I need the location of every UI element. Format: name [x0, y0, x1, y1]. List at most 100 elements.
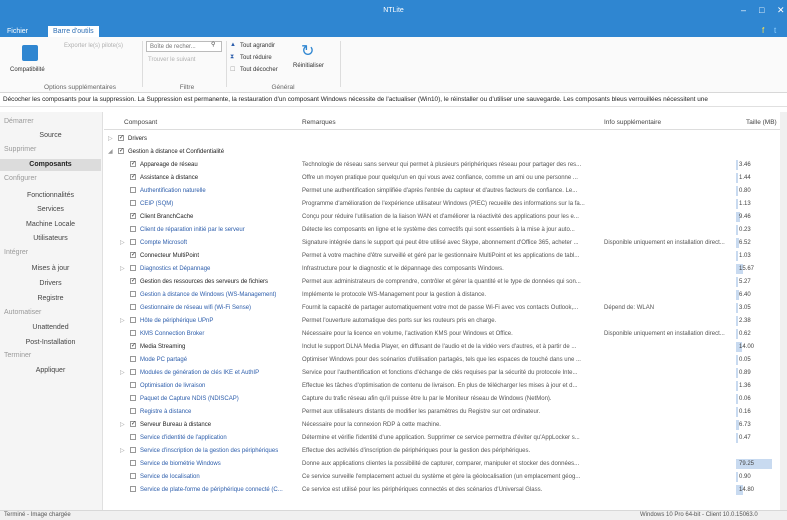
table-row[interactable]: ▷ Hôte de périphérique UPnP Permet l'ouver… [104, 315, 787, 327]
sidebar-item-unattended[interactable]: Unattended [0, 322, 101, 334]
component-checkbox[interactable] [130, 369, 136, 375]
close-button[interactable]: ✕ [777, 5, 785, 16]
facebook-icon[interactable]: f [762, 26, 764, 35]
sidebar-item-utilisateurs[interactable]: Utilisateurs [0, 233, 101, 245]
sidebar-item-source[interactable]: Source [0, 130, 101, 142]
component-checkbox[interactable]: ✓ [130, 421, 136, 427]
expand-arrow-icon[interactable]: ◢ [108, 146, 113, 158]
collapse-all-icon: ⧗ [230, 54, 235, 60]
column-header-remarks[interactable]: Remarques [302, 119, 336, 126]
table-row[interactable]: ▷ ✓ Serveur Bureau à distance Nécessaire po… [104, 419, 787, 431]
component-checkbox[interactable] [130, 317, 136, 323]
component-checkbox[interactable] [130, 473, 136, 479]
table-row[interactable]: ◢ ✓ Gestion à distance et Confidentialité [104, 146, 787, 158]
component-checkbox[interactable] [130, 330, 136, 336]
sidebar-item-machine-locale[interactable]: Machine Locale [0, 219, 101, 231]
compat-button[interactable]: Compatibilité [10, 67, 45, 73]
expand-arrow-icon[interactable]: ▷ [120, 263, 125, 275]
table-row[interactable]: Client de réparation initié par le serve… [104, 224, 787, 236]
expand-all-button[interactable]: Tout agrandir [240, 43, 275, 49]
export-drivers-button[interactable]: Exporter le(s) pilote(s) [64, 43, 123, 49]
table-row[interactable]: Gestion à distance de Windows (WS-Manage… [104, 289, 787, 301]
component-checkbox[interactable]: ✓ [130, 343, 136, 349]
table-row[interactable]: ✓ Gestion des ressources des serveurs de … [104, 276, 787, 288]
sidebar-item-registre[interactable]: Registre [0, 293, 101, 305]
expand-arrow-icon[interactable]: ▷ [120, 367, 125, 379]
expand-arrow-icon[interactable]: ▷ [108, 133, 113, 145]
find-next-button[interactable]: Trouver le suivant [148, 57, 195, 63]
component-checkbox[interactable]: ✓ [118, 148, 124, 154]
component-checkbox[interactable] [130, 226, 136, 232]
sidebar-item-appliquer[interactable]: Appliquer [0, 365, 101, 377]
component-checkbox[interactable] [130, 395, 136, 401]
column-header-size[interactable]: Taille (MB) [746, 119, 777, 126]
table-row[interactable]: Authentification naturelle Permet une aut… [104, 185, 787, 197]
component-checkbox[interactable]: ✓ [130, 278, 136, 284]
tab-fichier[interactable]: Fichier [2, 26, 33, 37]
component-checkbox[interactable] [130, 239, 136, 245]
sidebar-item-services[interactable]: Services [0, 204, 101, 216]
search-icon[interactable]: ⚲ [211, 41, 215, 48]
tab-barre-outils[interactable]: Barre d'outils [48, 26, 99, 37]
component-checkbox[interactable] [130, 460, 136, 466]
table-row[interactable]: ▷ Diagnostics et Dépannage Infrastructure … [104, 263, 787, 275]
sidebar-item-mises-a-jour[interactable]: Mises à jour [0, 263, 101, 275]
maximize-button[interactable]: □ [759, 5, 764, 15]
table-row[interactable]: Service de plate-forme de périphérique c… [104, 484, 787, 496]
component-checkbox[interactable]: ✓ [130, 252, 136, 258]
table-row[interactable]: ✓ Connecteur MultiPoint Permet à votre mac… [104, 250, 787, 262]
component-checkbox[interactable] [130, 356, 136, 362]
minimize-button[interactable]: ‒ [741, 5, 746, 15]
sidebar-item-drivers[interactable]: Drivers [0, 278, 101, 290]
column-header-extra[interactable]: Info supplémentaire [604, 119, 661, 126]
component-checkbox[interactable]: ✓ [118, 135, 124, 141]
component-checkbox[interactable] [130, 382, 136, 388]
component-checkbox[interactable] [130, 434, 136, 440]
component-checkbox[interactable] [130, 200, 136, 206]
component-checkbox[interactable] [130, 291, 136, 297]
vertical-scrollbar[interactable] [780, 112, 787, 510]
uncheck-all-button[interactable]: Tout décocher [240, 67, 278, 73]
table-row[interactable]: Paquet de Capture NDIS (NDISCAP) Capture … [104, 393, 787, 405]
component-checkbox[interactable] [130, 447, 136, 453]
table-row[interactable]: ✓ Appareage de réseau Technologie de résea… [104, 159, 787, 171]
component-checkbox[interactable] [130, 187, 136, 193]
sidebar-item-fonctionnalites[interactable]: Fonctionnalités [0, 190, 101, 202]
table-row[interactable]: ▷ ✓ Drivers [104, 133, 787, 145]
expand-arrow-icon[interactable]: ▷ [120, 419, 125, 431]
component-checkbox[interactable] [130, 486, 136, 492]
table-row[interactable]: Registre à distance Permet aux utilisateu… [104, 406, 787, 418]
table-row[interactable]: Service d'identité de l'application Déter… [104, 432, 787, 444]
compat-icon[interactable] [22, 45, 38, 61]
reset-button[interactable]: Réinitialiser [293, 63, 324, 69]
table-row[interactable]: Service de biométrie Windows Donne aux ap… [104, 458, 787, 470]
component-checkbox[interactable] [130, 304, 136, 310]
component-checkbox[interactable] [130, 408, 136, 414]
table-row[interactable]: Gestionnaire de réseau wifi (Wi-Fi Sense… [104, 302, 787, 314]
table-row[interactable]: ▷ Compte Microsoft Signature intégrée dans… [104, 237, 787, 249]
table-row[interactable]: ✓ Client BranchCache Conçu pour réduire l'… [104, 211, 787, 223]
sidebar-item-composants[interactable]: Composants [0, 159, 101, 171]
table-row[interactable]: CEIP (SQM) Programme d'amélioration de l'… [104, 198, 787, 210]
component-checkbox[interactable]: ✓ [130, 174, 136, 180]
table-row[interactable]: ✓ Assistance à distance Offre un moyen pra… [104, 172, 787, 184]
component-checkbox[interactable]: ✓ [130, 161, 136, 167]
table-row[interactable]: ▷ Modules de génération de clés IKE et Au… [104, 367, 787, 379]
component-name: Media Streaming [140, 344, 186, 350]
collapse-all-button[interactable]: Tout réduire [240, 55, 272, 61]
table-row[interactable]: Mode PC partagé Optimiser Windows pour de… [104, 354, 787, 366]
table-row[interactable]: ▷ Service d'inscription de la gestion des… [104, 445, 787, 457]
table-row[interactable]: Optimisation de livraison Effectue les tâ… [104, 380, 787, 392]
expand-arrow-icon[interactable]: ▷ [120, 445, 125, 457]
reset-icon[interactable]: ↻ [301, 41, 314, 61]
expand-arrow-icon[interactable]: ▷ [120, 315, 125, 327]
table-row[interactable]: Service de localisation Ce service survei… [104, 471, 787, 483]
table-row[interactable]: KMS Connection Broker Nécessaire pour la … [104, 328, 787, 340]
component-checkbox[interactable]: ✓ [130, 213, 136, 219]
twitter-icon[interactable]: t [774, 26, 776, 35]
column-header-component[interactable]: Composant [124, 119, 157, 126]
table-row[interactable]: ✓ Media Streaming Inclut le support DLNA M… [104, 341, 787, 353]
expand-arrow-icon[interactable]: ▷ [120, 237, 125, 249]
sidebar-item-post-installation[interactable]: Post-Installation [0, 337, 101, 349]
component-checkbox[interactable] [130, 265, 136, 271]
